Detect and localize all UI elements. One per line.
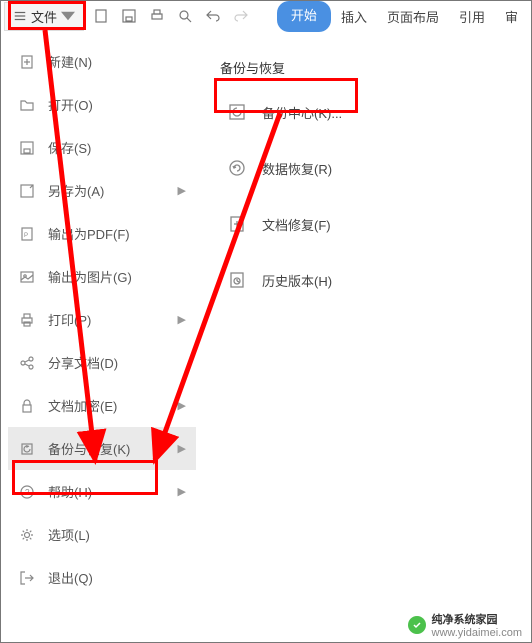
submenu-label: 数据恢复(R) [262,159,332,178]
tab-insert[interactable]: 插入 [331,1,377,32]
menu-save[interactable]: 保存(S) [8,126,196,169]
menu-label: 帮助(H) [48,482,92,501]
tab-start[interactable]: 开始 [277,1,331,32]
hamburger-icon [13,9,27,23]
menu-label: 输出为PDF(F) [48,224,130,243]
menu-label: 文档加密(E) [48,396,117,415]
menu-backup-restore[interactable]: 备份与恢复(K) ▶ [8,427,196,470]
menu-share[interactable]: 分享文档(D) [8,341,196,384]
chevron-down-icon [61,9,75,23]
menu-save-as[interactable]: 另存为(A) ▶ [8,169,196,212]
print-icon [18,311,36,329]
lock-icon [18,397,36,415]
watermark-url: www.yidaimei.com [432,627,522,639]
menu-exit[interactable]: 退出(Q) [8,556,196,599]
share-icon [18,354,36,372]
file-menu-label: 文件 [31,7,57,26]
chevron-right-icon: ▶ [178,485,186,498]
tab-reference[interactable]: 引用 [449,1,495,32]
submenu-label: 文档修复(F) [262,215,331,234]
submenu-history[interactable]: 历史版本(H) [200,259,520,301]
menu-label: 选项(L) [48,525,90,544]
menu-label: 备份与恢复(K) [48,439,130,458]
menu-options[interactable]: 选项(L) [8,513,196,556]
menu-label: 保存(S) [48,138,91,157]
menu-label: 另存为(A) [48,181,104,200]
file-menu-button[interactable]: 文件 [4,2,84,31]
menu-label: 打印(P) [48,310,91,329]
tab-page-layout[interactable]: 页面布局 [377,1,449,32]
gear-icon [18,526,36,544]
menu-encrypt[interactable]: 文档加密(E) ▶ [8,384,196,427]
svg-text:?: ? [25,488,30,497]
pdf-icon: P [18,225,36,243]
save-icon [18,139,36,157]
toolbar-paste-icon[interactable] [90,5,112,27]
doc-repair-icon [226,213,248,235]
folder-icon [18,96,36,114]
menu-label: 分享文档(D) [48,353,118,372]
chevron-right-icon: ▶ [178,442,186,455]
watermark-logo-icon [408,616,426,634]
watermark-brand: 纯净系统家园 [432,614,498,626]
submenu-title: 备份与恢复 [200,52,520,91]
tab-review[interactable]: 审 [495,1,528,32]
submenu-label: 历史版本(H) [262,271,332,290]
menu-label: 退出(Q) [48,568,93,587]
menu-export-image[interactable]: 输出为图片(G) [8,255,196,298]
submenu-doc-repair[interactable]: 文档修复(F) [200,203,520,245]
menu-help[interactable]: ? 帮助(H) ▶ [8,470,196,513]
data-recovery-icon [226,157,248,179]
chevron-right-icon: ▶ [178,184,186,197]
exit-icon [18,569,36,587]
toolbar-redo-icon[interactable] [230,5,252,27]
submenu-label: 备份中心(K)... [262,103,342,122]
toolbar-save-icon[interactable] [118,5,140,27]
submenu-backup-center[interactable]: 备份中心(K)... [200,91,520,133]
new-icon [18,53,36,71]
menu-label: 输出为图片(G) [48,267,132,286]
menu-print[interactable]: 打印(P) ▶ [8,298,196,341]
menu-open[interactable]: 打开(O) [8,83,196,126]
menu-new[interactable]: 新建(N) [8,40,196,83]
help-icon: ? [18,483,36,501]
image-icon [18,268,36,286]
submenu-data-recovery[interactable]: 数据恢复(R) [200,147,520,189]
toolbar-preview-icon[interactable] [174,5,196,27]
svg-text:P: P [24,233,28,239]
saveas-icon [18,182,36,200]
chevron-right-icon: ▶ [178,399,186,412]
menu-label: 新建(N) [48,52,92,71]
watermark: 纯净系统家园 www.yidaimei.com [408,611,522,639]
menu-export-pdf[interactable]: P 输出为PDF(F) [8,212,196,255]
menu-label: 打开(O) [48,95,93,114]
backup-icon [18,440,36,458]
toolbar-print-icon[interactable] [146,5,168,27]
backup-center-icon [226,101,248,123]
toolbar-undo-icon[interactable] [202,5,224,27]
chevron-right-icon: ▶ [178,313,186,326]
history-icon [226,269,248,291]
